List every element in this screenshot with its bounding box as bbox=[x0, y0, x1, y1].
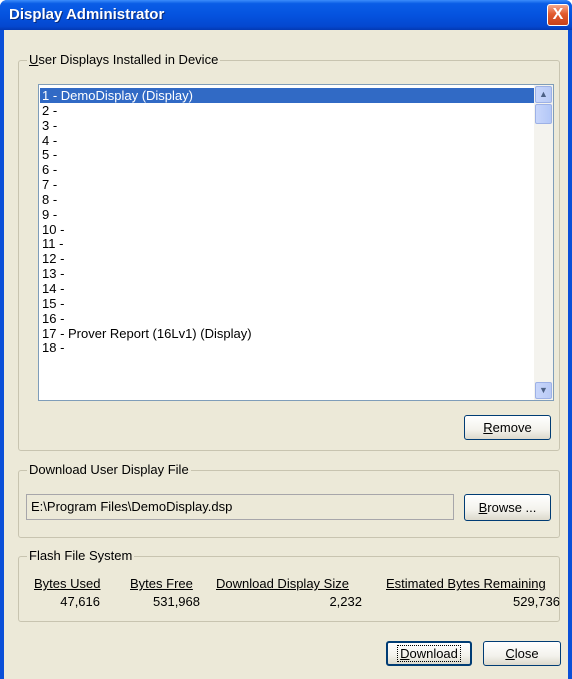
scroll-down-button[interactable]: ▼ bbox=[535, 382, 552, 399]
flash-file-system-group-label: Flash File System bbox=[27, 548, 135, 564]
bytes-used-column: Bytes Used 47,616 bbox=[34, 576, 100, 610]
download-display-size-value: 2,232 bbox=[329, 594, 362, 609]
bytes-free-header: Bytes Free bbox=[130, 576, 193, 591]
list-item[interactable]: 12 - bbox=[40, 251, 549, 266]
user-displays-list: 1 - DemoDisplay (Display) 2 -3 -4 -5 -6 -… bbox=[40, 88, 549, 355]
list-item[interactable]: 2 - bbox=[40, 103, 549, 118]
scroll-up-arrow-icon: ▲ bbox=[539, 89, 548, 99]
download-display-size-column: Download Display Size 2,232 bbox=[216, 576, 362, 610]
title-bar[interactable]: Display Administrator X bbox=[0, 0, 572, 30]
browse-button[interactable]: Browse ... bbox=[464, 494, 551, 521]
list-item[interactable]: 11 - bbox=[40, 236, 549, 252]
close-button-label: Close bbox=[505, 646, 539, 661]
list-item[interactable]: 17 - Prover Report (16Lv1) (Display) bbox=[40, 326, 549, 341]
list-item[interactable]: 10 - bbox=[40, 222, 549, 237]
bytes-free-column: Bytes Free 531,968 bbox=[130, 576, 200, 610]
download-button[interactable]: Download bbox=[386, 641, 472, 666]
vertical-scrollbar[interactable]: ▲ ▼ bbox=[534, 85, 553, 400]
display-administrator-window: Display Administrator X User Displays In… bbox=[0, 0, 572, 679]
download-display-size-header: Download Display Size bbox=[216, 576, 349, 591]
browse-button-label: Browse ... bbox=[478, 500, 537, 515]
close-icon: X bbox=[552, 6, 564, 23]
estimated-bytes-remaining-header: Estimated Bytes Remaining bbox=[386, 576, 546, 591]
display-file-path-field[interactable]: E:\Program Files\DemoDisplay.dsp bbox=[26, 494, 454, 520]
list-item[interactable]: 14 - bbox=[40, 281, 549, 296]
scroll-thumb[interactable] bbox=[535, 104, 552, 124]
user-displays-group-label: User Displays Installed in Device bbox=[27, 52, 221, 68]
list-item[interactable]: 3 - bbox=[40, 118, 549, 133]
scroll-down-arrow-icon: ▼ bbox=[539, 385, 548, 395]
list-item[interactable]: 9 - bbox=[40, 207, 549, 222]
user-displays-listbox[interactable]: 1 - DemoDisplay (Display) 2 -3 -4 -5 -6 -… bbox=[38, 84, 554, 401]
download-file-group-label: Download User Display File bbox=[27, 462, 191, 478]
bytes-free-value: 531,968 bbox=[153, 594, 200, 609]
estimated-bytes-remaining-column: Estimated Bytes Remaining 529,736 bbox=[386, 576, 560, 610]
list-item[interactable]: 6 - bbox=[40, 162, 549, 177]
scroll-up-button[interactable]: ▲ bbox=[535, 86, 552, 103]
list-item[interactable]: 15 - bbox=[40, 296, 549, 311]
list-item[interactable]: 5 - bbox=[40, 147, 549, 162]
bytes-used-header: Bytes Used bbox=[34, 576, 101, 591]
close-button[interactable]: Close bbox=[483, 641, 561, 666]
list-item[interactable]: 4 - bbox=[40, 133, 549, 148]
list-item[interactable]: 13 - bbox=[40, 266, 549, 281]
list-item[interactable]: 1 - DemoDisplay (Display) bbox=[40, 88, 549, 103]
download-button-label: Download bbox=[397, 645, 461, 662]
remove-button[interactable]: Remove bbox=[464, 415, 551, 440]
bytes-used-value: 47,616 bbox=[60, 594, 100, 609]
list-item[interactable]: 7 - bbox=[40, 177, 549, 192]
list-item[interactable]: 18 - bbox=[40, 340, 549, 355]
list-item[interactable]: 8 - bbox=[40, 192, 549, 207]
list-item[interactable]: 16 - bbox=[40, 311, 549, 326]
window-title: Display Administrator bbox=[9, 6, 165, 23]
estimated-bytes-remaining-value: 529,736 bbox=[513, 594, 560, 609]
remove-button-label: Remove bbox=[483, 420, 532, 435]
close-window-button[interactable]: X bbox=[547, 4, 569, 26]
